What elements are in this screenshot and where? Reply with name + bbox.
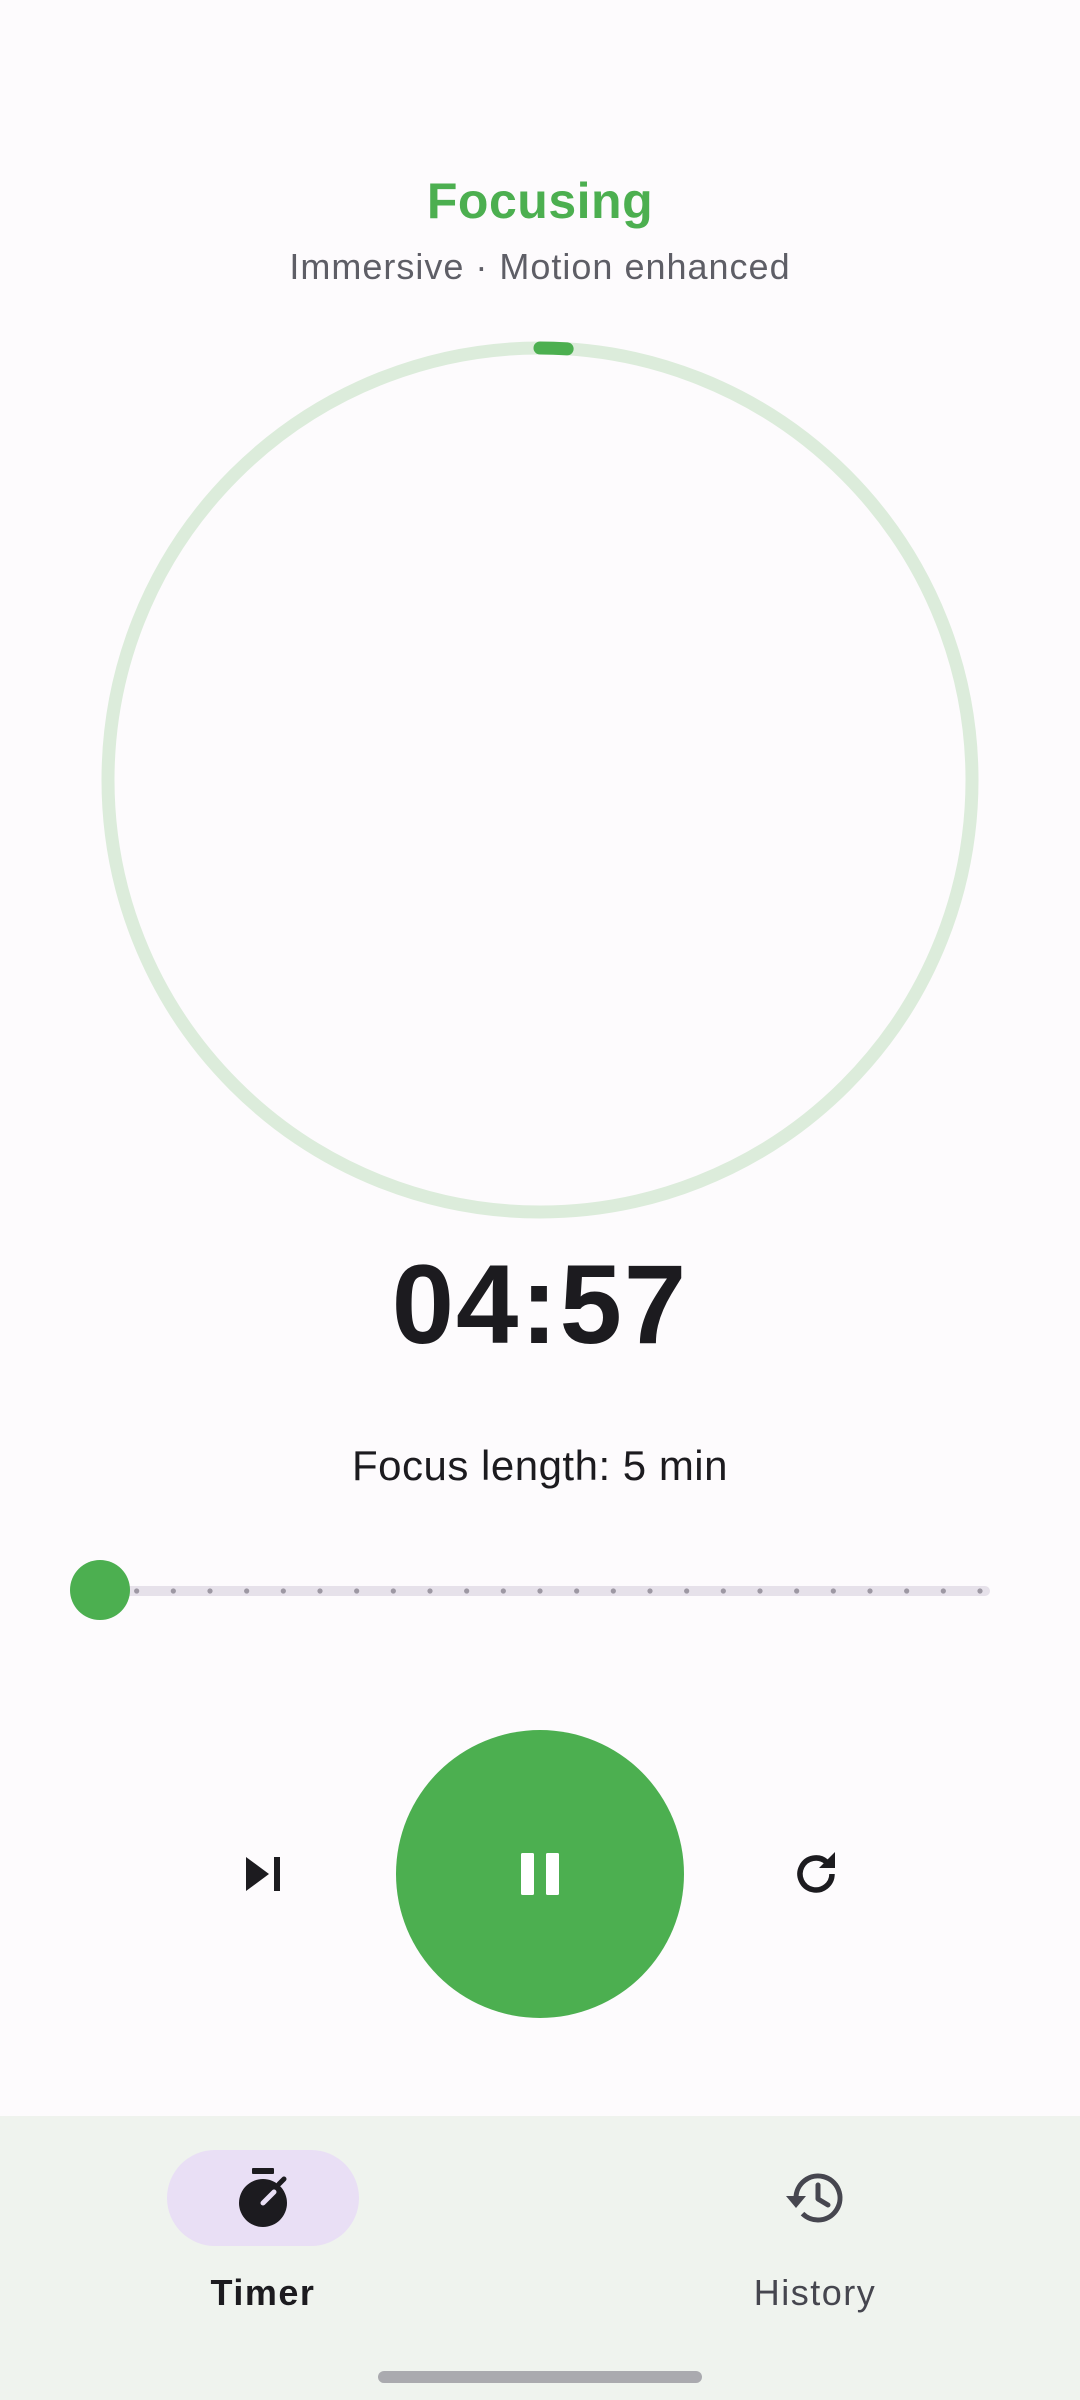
slider-tick [940, 1588, 946, 1594]
nav-item-timer[interactable]: Timer [113, 2150, 413, 2330]
gesture-home-indicator[interactable] [378, 2371, 702, 2383]
slider-thumb[interactable] [70, 1560, 130, 1620]
nav-icon-container [719, 2150, 911, 2246]
slider-tick [537, 1588, 543, 1594]
skip-button[interactable] [222, 1832, 306, 1916]
focus-length-label: Focus length: 5 min [351, 1442, 728, 1489]
timer-screen: Focusing Immersive · Motion enhanced 04:… [0, 0, 1080, 2400]
slider-tick [427, 1588, 433, 1594]
slider-tick [244, 1588, 250, 1594]
slider-tick [794, 1588, 800, 1594]
slider-tick [757, 1588, 763, 1594]
slider-tick [390, 1588, 396, 1594]
bottom-navigation: Timer History [0, 2116, 1080, 2400]
slider-tick [170, 1588, 176, 1594]
slider-tick [867, 1588, 873, 1594]
slider-tick [904, 1588, 910, 1594]
timer-icon [239, 2168, 287, 2227]
nav-label-history: History [753, 2272, 877, 2313]
slider-tick [354, 1588, 360, 1594]
slider-tick [317, 1588, 323, 1594]
focus-length-slider[interactable] [70, 1558, 990, 1622]
progress-ring [100, 340, 980, 1220]
slider-tick [647, 1588, 653, 1594]
progress-ring-indicator [533, 341, 574, 356]
slider-tick [207, 1588, 213, 1594]
slider-tick [830, 1588, 836, 1594]
slider-tick [720, 1588, 726, 1594]
skip-next-icon [246, 1857, 280, 1891]
slider-tick [684, 1588, 690, 1594]
history-icon [786, 2173, 843, 2223]
progress-ring-track [101, 341, 979, 1219]
slider-tick [280, 1588, 286, 1594]
time-remaining: 04:57 [391, 1242, 689, 1367]
refresh-icon [797, 1852, 835, 1893]
status-bar [0, 0, 1080, 96]
nav-label-timer: Timer [210, 2272, 316, 2313]
slider-tick [500, 1588, 506, 1594]
slider-tick [977, 1588, 983, 1594]
slider-tick [574, 1588, 580, 1594]
nav-item-history[interactable]: History [665, 2150, 965, 2330]
reset-button[interactable] [774, 1832, 858, 1916]
slider-tick [610, 1588, 616, 1594]
slider-tick-marks [134, 1588, 983, 1594]
slider-tick [134, 1588, 140, 1594]
session-state-title: Focusing [426, 173, 654, 229]
pause-button[interactable] [396, 1730, 684, 2018]
pause-icon [521, 1853, 559, 1895]
progress-ring-svg [101, 341, 979, 1219]
timer-controls [0, 1728, 1080, 2020]
slider-tick [464, 1588, 470, 1594]
session-mode-subtitle: Immersive · Motion enhanced [289, 246, 791, 287]
nav-active-indicator [167, 2150, 359, 2246]
